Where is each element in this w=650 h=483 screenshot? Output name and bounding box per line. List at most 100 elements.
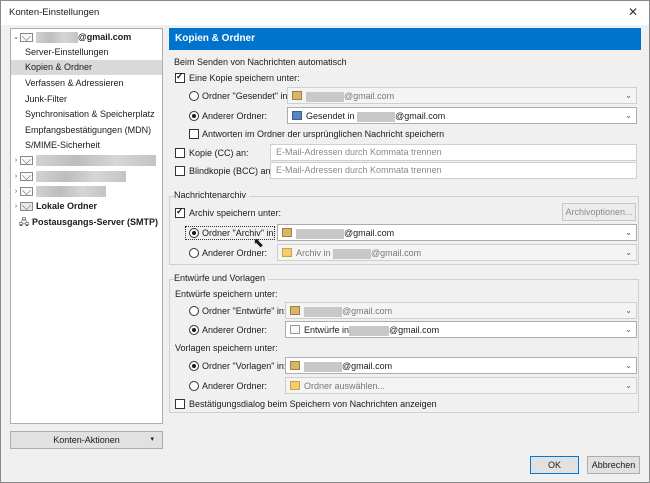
sent-other-label: Anderer Ordner: bbox=[202, 111, 268, 121]
tree-item-server[interactable]: Server-Einstellungen bbox=[11, 45, 162, 60]
drafts-other-radio[interactable] bbox=[189, 325, 199, 335]
chevron-down-icon: ⌄ bbox=[625, 381, 632, 390]
drafts-label: Entwürfe speichern unter: bbox=[175, 289, 278, 299]
account-actions-button[interactable]: Konten-Aktionen ▾ bbox=[10, 431, 163, 449]
tree-smtp[interactable]: 🖧 Postausgangs-Server (SMTP) bbox=[11, 215, 162, 230]
title-bar: Konten-Einstellungen ✕ bbox=[1, 1, 649, 25]
templates-account-value: @gmail.com bbox=[342, 361, 393, 371]
close-icon[interactable]: ✕ bbox=[625, 4, 641, 20]
sent-other-radio[interactable] bbox=[189, 111, 199, 121]
account-icon bbox=[292, 91, 302, 100]
tree-item-mdn[interactable]: Empfangsbestätigungen (MDN) bbox=[11, 123, 162, 138]
window-title: Konten-Einstellungen bbox=[9, 7, 100, 18]
cc-input[interactable]: E-Mail-Adressen durch Kommata trennen bbox=[270, 144, 637, 161]
tree-item-compose[interactable]: Verfassen & Adressieren bbox=[11, 76, 162, 91]
templates-other-radio[interactable] bbox=[189, 381, 199, 391]
tree-item-label: Empfangsbestätigungen (MDN) bbox=[25, 125, 152, 135]
page-title: Kopien & Ordner bbox=[169, 28, 641, 50]
drafts-folder-radio[interactable] bbox=[189, 306, 199, 316]
tree-item-label: Server-Einstellungen bbox=[25, 47, 109, 57]
sent-folder-label: Ordner "Gesendet" in: bbox=[202, 91, 290, 101]
drafts-other-suffix: @gmail.com bbox=[389, 325, 440, 335]
drafts-folder-label: Ordner "Entwürfe" in: bbox=[202, 306, 287, 316]
local-folders-icon bbox=[20, 202, 33, 211]
collapse-icon[interactable]: ⌄ bbox=[12, 30, 20, 45]
tree-account-gmail[interactable]: ⌄ @gmail.com bbox=[11, 30, 162, 45]
archive-folder-radio[interactable] bbox=[189, 228, 199, 238]
tree-account-hidden-2[interactable]: › bbox=[11, 169, 162, 184]
templates-other-value: Ordner auswählen... bbox=[304, 381, 386, 391]
tree-item-label: Lokale Ordner bbox=[36, 201, 98, 211]
envelope-icon bbox=[20, 33, 33, 42]
sent-account-value: @gmail.com bbox=[344, 91, 395, 101]
templates-other-select[interactable]: Ordner auswählen... ⌄ bbox=[285, 377, 637, 394]
archive-checkbox[interactable] bbox=[175, 206, 185, 218]
reply-in-folder-checkbox[interactable] bbox=[189, 129, 199, 139]
dropdown-icon: ▾ bbox=[150, 436, 154, 443]
cancel-button[interactable]: Abbrechen bbox=[587, 456, 640, 474]
expand-icon[interactable]: › bbox=[12, 153, 20, 168]
account-tree[interactable]: ⌄ @gmail.com Server-Einstellungen Kopien… bbox=[10, 28, 163, 424]
archive-account-select[interactable]: @gmail.com ⌄ bbox=[277, 224, 637, 241]
chevron-down-icon: ⌄ bbox=[625, 248, 632, 257]
templates-account-select[interactable]: @gmail.com ⌄ bbox=[285, 357, 637, 374]
drafts-other-label: Anderer Ordner: bbox=[202, 325, 268, 335]
chevron-down-icon: ⌄ bbox=[625, 306, 632, 315]
account-icon bbox=[290, 361, 300, 370]
archive-label: Archiv speichern unter: bbox=[189, 208, 282, 218]
drafts-other-prefix: Entwürfe in bbox=[304, 325, 350, 335]
templates-folder-radio[interactable] bbox=[189, 361, 199, 371]
folder-icon bbox=[282, 248, 292, 257]
expand-icon[interactable]: › bbox=[12, 169, 20, 184]
sent-folder-radio[interactable] bbox=[189, 91, 199, 101]
tree-item-label: Junk-Filter bbox=[25, 94, 68, 104]
save-copy-checkbox[interactable] bbox=[175, 71, 185, 83]
envelope-icon bbox=[20, 156, 33, 165]
sent-other-select[interactable]: Gesendet in @gmail.com ⌄ bbox=[287, 107, 637, 124]
bcc-label: Blindkopie (BCC) an: bbox=[189, 166, 274, 176]
templates-label: Vorlagen speichern unter: bbox=[175, 343, 278, 353]
tree-item-label: Synchronisation & Speicherplatz bbox=[25, 109, 155, 119]
tree-item-smime[interactable]: S/MIME-Sicherheit bbox=[11, 138, 162, 153]
tree-local-folders[interactable]: › Lokale Ordner bbox=[11, 199, 162, 214]
archive-account-value: @gmail.com bbox=[344, 228, 395, 238]
drafts-section-title: Entwürfe und Vorlagen bbox=[174, 273, 269, 283]
tree-item-label: Kopien & Ordner bbox=[25, 62, 93, 72]
chevron-down-icon: ⌄ bbox=[625, 361, 632, 370]
tree-account-hidden-3[interactable]: › bbox=[11, 184, 162, 199]
redacted-account bbox=[36, 184, 106, 199]
redacted-account bbox=[36, 153, 156, 168]
archive-other-select[interactable]: Archiv in @gmail.com ⌄ bbox=[277, 244, 637, 261]
chevron-down-icon: ⌄ bbox=[625, 91, 632, 100]
sent-account-select[interactable]: @gmail.com ⌄ bbox=[287, 87, 637, 104]
bcc-input[interactable]: E-Mail-Adressen durch Kommata trennen bbox=[270, 162, 637, 179]
cc-checkbox[interactable] bbox=[175, 148, 185, 158]
confirm-dialog-checkbox[interactable] bbox=[175, 399, 185, 409]
sent-other-prefix: Gesendet in bbox=[306, 111, 355, 121]
chevron-down-icon: ⌄ bbox=[625, 228, 632, 237]
mail-folder-icon bbox=[292, 111, 302, 120]
expand-icon[interactable]: › bbox=[12, 199, 20, 214]
templates-other-label: Anderer Ordner: bbox=[202, 381, 268, 391]
drafts-account-select[interactable]: @gmail.com ⌄ bbox=[285, 302, 637, 319]
expand-icon[interactable]: › bbox=[12, 184, 20, 199]
tree-account-hidden-1[interactable]: › bbox=[11, 153, 162, 168]
send-section-title: Beim Senden von Nachrichten automatisch bbox=[174, 57, 347, 67]
tree-item-copies[interactable]: Kopien & Ordner bbox=[11, 60, 162, 75]
envelope-icon bbox=[20, 187, 33, 196]
tree-item-junk[interactable]: Junk-Filter bbox=[11, 92, 162, 107]
mouse-cursor-icon: ⬉ bbox=[253, 235, 264, 250]
tree-item-label: Postausgangs-Server (SMTP) bbox=[32, 217, 159, 227]
drafts-other-select[interactable]: Entwürfe in @gmail.com ⌄ bbox=[285, 321, 637, 338]
archive-other-radio[interactable] bbox=[189, 248, 199, 258]
archive-other-suffix: @gmail.com bbox=[371, 248, 422, 258]
archive-options-button[interactable]: Archivoptionen... bbox=[562, 203, 636, 221]
archive-section-title: Nachrichtenarchiv bbox=[174, 190, 250, 200]
ok-button[interactable]: OK bbox=[530, 456, 579, 474]
tree-item-sync[interactable]: Synchronisation & Speicherplatz bbox=[11, 107, 162, 122]
bcc-checkbox[interactable] bbox=[175, 166, 185, 176]
envelope-icon bbox=[20, 172, 33, 181]
tree-item-label: S/MIME-Sicherheit bbox=[25, 140, 101, 150]
server-icon: 🖧 bbox=[19, 217, 30, 227]
drafts-account-value: @gmail.com bbox=[342, 306, 393, 316]
